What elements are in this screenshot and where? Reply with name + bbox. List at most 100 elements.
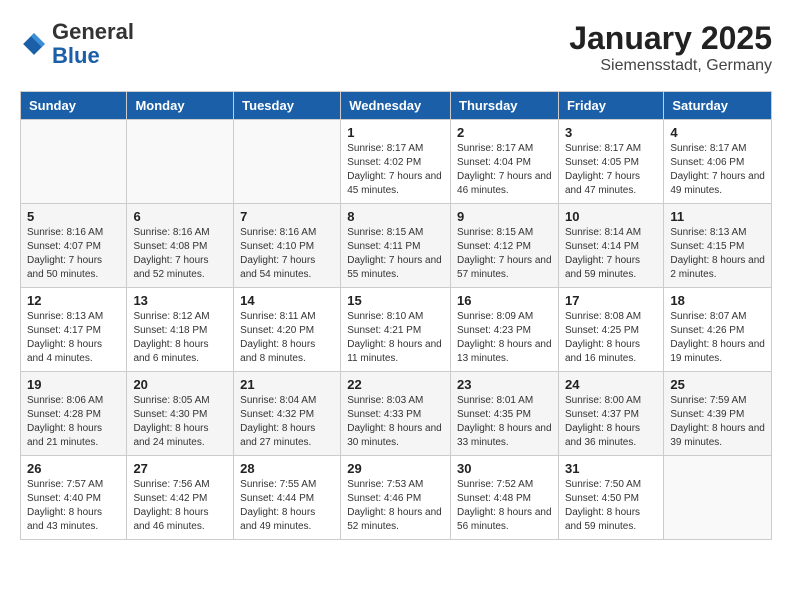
day-number: 31: [565, 461, 657, 476]
calendar-cell: 6Sunrise: 8:16 AM Sunset: 4:08 PM Daylig…: [127, 204, 234, 288]
day-number: 28: [240, 461, 334, 476]
calendar-subtitle: Siemensstadt, Germany: [569, 57, 772, 75]
calendar-title: January 2025: [569, 20, 772, 57]
logo-text: General Blue: [52, 20, 134, 68]
calendar-cell: 12Sunrise: 8:13 AM Sunset: 4:17 PM Dayli…: [21, 288, 127, 372]
day-info: Sunrise: 8:15 AM Sunset: 4:12 PM Dayligh…: [457, 227, 552, 280]
calendar-week-row: 26 Sunrise: 7:57 AM Sunset: 4:40 PM Dayli…: [21, 456, 772, 540]
calendar-cell: 18Sunrise: 8:07 AM Sunset: 4:26 PM Dayli…: [664, 288, 772, 372]
day-info: Sunrise: 8:06 AM Sunset: 4:28 PM Dayligh…: [27, 395, 103, 448]
day-number: 12: [27, 293, 120, 308]
day-info: Sunrise: 7:57 AM Sunset: 4:40 PM Dayligh…: [27, 479, 103, 532]
calendar-cell: [21, 120, 127, 204]
day-info: Sunrise: 8:08 AM Sunset: 4:25 PM Dayligh…: [565, 311, 641, 364]
calendar-cell: 13 Sunrise: 8:12 AM Sunset: 4:18 PM Dayli…: [127, 288, 234, 372]
day-info: Sunrise: 8:15 AM Sunset: 4:11 PM Dayligh…: [347, 227, 442, 280]
calendar-cell: 26 Sunrise: 7:57 AM Sunset: 4:40 PM Dayli…: [21, 456, 127, 540]
day-info: Sunrise: 7:50 AM Sunset: 4:50 PM Dayligh…: [565, 479, 641, 532]
day-number: 15: [347, 293, 444, 308]
day-info: Sunrise: 8:09 AM Sunset: 4:23 PM Dayligh…: [457, 311, 552, 364]
calendar-cell: 30 Sunrise: 7:52 AM Sunset: 4:48 PM Dayli…: [451, 456, 559, 540]
calendar-cell: 24 Sunrise: 8:00 AM Sunset: 4:37 PM Dayli…: [558, 372, 663, 456]
weekday-header: Tuesday: [234, 92, 341, 120]
day-number: 27: [133, 461, 227, 476]
title-block: January 2025 Siemensstadt, Germany: [569, 20, 772, 75]
calendar-cell: 19 Sunrise: 8:06 AM Sunset: 4:28 PM Dayli…: [21, 372, 127, 456]
calendar-cell: 23 Sunrise: 8:01 AM Sunset: 4:35 PM Dayli…: [451, 372, 559, 456]
day-number: 7: [240, 209, 334, 224]
day-number: 19: [27, 377, 120, 392]
day-info: Sunrise: 8:16 AM Sunset: 4:08 PM Dayligh…: [133, 227, 209, 280]
calendar-cell: 4 Sunrise: 8:17 AM Sunset: 4:06 PM Daylig…: [664, 120, 772, 204]
logo-blue: Blue: [52, 43, 100, 68]
day-number: 20: [133, 377, 227, 392]
day-info: Sunrise: 8:01 AM Sunset: 4:35 PM Dayligh…: [457, 395, 552, 448]
day-number: 9: [457, 209, 552, 224]
day-number: 30: [457, 461, 552, 476]
day-number: 26: [27, 461, 120, 476]
day-number: 4: [670, 125, 765, 140]
day-info: Sunrise: 8:17 AM Sunset: 4:06 PM Dayligh…: [670, 143, 765, 196]
day-info: Sunrise: 8:17 AM Sunset: 4:05 PM Dayligh…: [565, 143, 641, 196]
calendar-cell: 16 Sunrise: 8:09 AM Sunset: 4:23 PM Dayli…: [451, 288, 559, 372]
logo-general: General: [52, 19, 134, 44]
day-info: Sunrise: 8:16 AM Sunset: 4:10 PM Dayligh…: [240, 227, 316, 280]
day-number: 8: [347, 209, 444, 224]
calendar-week-row: 12Sunrise: 8:13 AM Sunset: 4:17 PM Dayli…: [21, 288, 772, 372]
day-number: 13: [133, 293, 227, 308]
calendar-cell: 31 Sunrise: 7:50 AM Sunset: 4:50 PM Dayli…: [558, 456, 663, 540]
weekday-header: Thursday: [451, 92, 559, 120]
day-info: Sunrise: 8:16 AM Sunset: 4:07 PM Dayligh…: [27, 227, 103, 280]
day-info: Sunrise: 8:11 AM Sunset: 4:20 PM Dayligh…: [240, 311, 315, 364]
day-number: 2: [457, 125, 552, 140]
logo: General Blue: [20, 20, 134, 68]
calendar-cell: 20 Sunrise: 8:05 AM Sunset: 4:30 PM Dayli…: [127, 372, 234, 456]
calendar-week-row: 1Sunrise: 8:17 AM Sunset: 4:02 PM Daylig…: [21, 120, 772, 204]
day-info: Sunrise: 8:12 AM Sunset: 4:18 PM Dayligh…: [133, 311, 209, 364]
day-info: Sunrise: 7:52 AM Sunset: 4:48 PM Dayligh…: [457, 479, 552, 532]
calendar-cell: 3 Sunrise: 8:17 AM Sunset: 4:05 PM Daylig…: [558, 120, 663, 204]
calendar-cell: 25Sunrise: 7:59 AM Sunset: 4:39 PM Dayli…: [664, 372, 772, 456]
day-number: 16: [457, 293, 552, 308]
day-number: 11: [670, 209, 765, 224]
calendar-cell: 1Sunrise: 8:17 AM Sunset: 4:02 PM Daylig…: [341, 120, 451, 204]
calendar-cell: 10Sunrise: 8:14 AM Sunset: 4:14 PM Dayli…: [558, 204, 663, 288]
day-number: 24: [565, 377, 657, 392]
day-number: 10: [565, 209, 657, 224]
calendar-cell: 29 Sunrise: 7:53 AM Sunset: 4:46 PM Dayli…: [341, 456, 451, 540]
calendar-cell: 17Sunrise: 8:08 AM Sunset: 4:25 PM Dayli…: [558, 288, 663, 372]
calendar-cell: [127, 120, 234, 204]
calendar-cell: [664, 456, 772, 540]
calendar-table: SundayMondayTuesdayWednesdayThursdayFrid…: [20, 91, 772, 540]
calendar-cell: 27 Sunrise: 7:56 AM Sunset: 4:42 PM Dayli…: [127, 456, 234, 540]
day-number: 22: [347, 377, 444, 392]
calendar-cell: 11 Sunrise: 8:13 AM Sunset: 4:15 PM Dayli…: [664, 204, 772, 288]
day-number: 14: [240, 293, 334, 308]
weekday-header-row: SundayMondayTuesdayWednesdayThursdayFrid…: [21, 92, 772, 120]
calendar-cell: 21Sunrise: 8:04 AM Sunset: 4:32 PM Dayli…: [234, 372, 341, 456]
day-info: Sunrise: 8:10 AM Sunset: 4:21 PM Dayligh…: [347, 311, 442, 364]
calendar-cell: [234, 120, 341, 204]
day-number: 29: [347, 461, 444, 476]
day-info: Sunrise: 8:13 AM Sunset: 4:15 PM Dayligh…: [670, 227, 765, 280]
day-info: Sunrise: 8:03 AM Sunset: 4:33 PM Dayligh…: [347, 395, 442, 448]
day-info: Sunrise: 8:05 AM Sunset: 4:30 PM Dayligh…: [133, 395, 209, 448]
calendar-cell: 22 Sunrise: 8:03 AM Sunset: 4:33 PM Dayli…: [341, 372, 451, 456]
day-number: 23: [457, 377, 552, 392]
day-info: Sunrise: 7:55 AM Sunset: 4:44 PM Dayligh…: [240, 479, 316, 532]
calendar-cell: 2Sunrise: 8:17 AM Sunset: 4:04 PM Daylig…: [451, 120, 559, 204]
day-info: Sunrise: 7:53 AM Sunset: 4:46 PM Dayligh…: [347, 479, 442, 532]
day-info: Sunrise: 8:04 AM Sunset: 4:32 PM Dayligh…: [240, 395, 316, 448]
calendar-cell: 28 Sunrise: 7:55 AM Sunset: 4:44 PM Dayli…: [234, 456, 341, 540]
weekday-header: Friday: [558, 92, 663, 120]
weekday-header: Monday: [127, 92, 234, 120]
calendar-cell: 9 Sunrise: 8:15 AM Sunset: 4:12 PM Daylig…: [451, 204, 559, 288]
logo-icon: [20, 30, 48, 58]
day-number: 25: [670, 377, 765, 392]
day-number: 3: [565, 125, 657, 140]
day-info: Sunrise: 7:56 AM Sunset: 4:42 PM Dayligh…: [133, 479, 209, 532]
day-info: Sunrise: 8:00 AM Sunset: 4:37 PM Dayligh…: [565, 395, 641, 448]
weekday-header: Saturday: [664, 92, 772, 120]
day-number: 1: [347, 125, 444, 140]
page-header: General Blue January 2025 Siemensstadt, …: [20, 20, 772, 75]
